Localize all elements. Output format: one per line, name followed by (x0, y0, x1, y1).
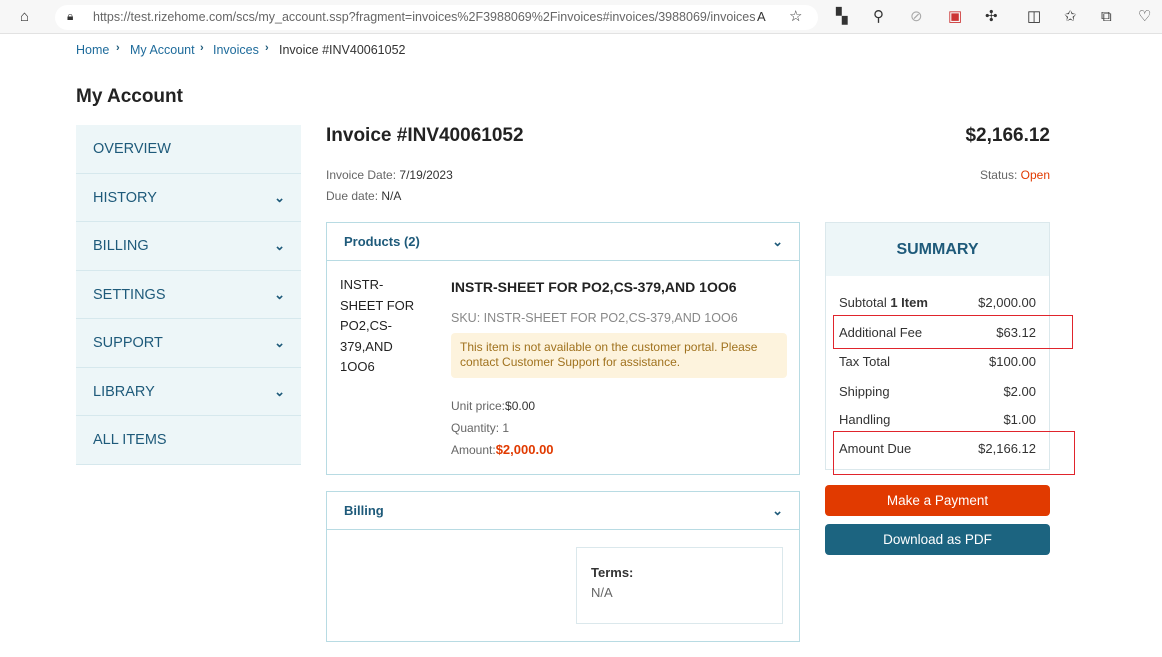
highlight-box-fee (833, 315, 1073, 349)
amount: Amount:$2,000.00 (451, 442, 554, 457)
quantity-label: Quantity: (451, 421, 500, 435)
terms-value: N/A (591, 585, 613, 600)
shipping-value: $2.00 (1003, 384, 1036, 399)
chevron-down-icon[interactable]: ⌄ (274, 319, 285, 367)
extension-icon[interactable]: ▚ (836, 9, 848, 24)
sidebar-item-label: OVERVIEW (93, 141, 171, 157)
terms-label: Terms: (591, 565, 634, 580)
breadcrumb-invoices[interactable]: Invoices (213, 43, 259, 57)
sidebar-item-label: ALL ITEMS (93, 432, 167, 448)
invoice-date: Invoice Date: 7/19/2023 (326, 168, 453, 182)
amount-value: $2,000.00 (495, 442, 554, 457)
due-date-value: N/A (381, 189, 402, 203)
page-title: My Account (76, 86, 183, 107)
extension-icon[interactable]: ⚲ (873, 9, 884, 24)
subtotal-value: $2,000.00 (978, 295, 1036, 310)
subtotal-label: Subtotal (839, 295, 887, 310)
summary-title: SUMMARY (826, 223, 1049, 276)
favorite-star-icon[interactable]: ☆ (789, 9, 802, 24)
sidebar-item-label: LIBRARY (93, 383, 155, 400)
products-header-label: Products (2) (344, 234, 420, 249)
breadcrumb-current: Invoice #INV40061052 (279, 43, 406, 57)
billing-panel-header[interactable]: Billing ⌄ (327, 492, 799, 530)
breadcrumb-separator-icon: › (265, 42, 269, 54)
chevron-down-icon[interactable]: ⌄ (274, 174, 285, 222)
tax-row: Tax Total $100.00 (839, 354, 1036, 369)
invoice-date-value: 7/19/2023 (399, 168, 453, 182)
sidebar-item-label: BILLING (93, 238, 149, 254)
product-name[interactable]: INSTR-SHEET FOR PO2,CS-379,AND 1OO6 (451, 279, 737, 295)
url-text[interactable]: https://test.rizehome.com/scs/my_account… (93, 10, 756, 24)
invoice-date-label: Invoice Date: (326, 168, 397, 182)
sidebar-item-label: SUPPORT (93, 335, 163, 351)
tax-label: Tax Total (839, 354, 891, 369)
browser-essentials-icon[interactable]: ♡ (1138, 9, 1151, 24)
invoice-title: Invoice #INV40061052 (326, 125, 524, 146)
chevron-down-icon[interactable]: ⌄ (274, 222, 285, 270)
chevron-down-icon[interactable]: ⌄ (772, 223, 783, 261)
due-date-label: Due date: (326, 189, 379, 203)
chevron-down-icon[interactable]: ⌄ (274, 271, 285, 319)
unit-price-label: Unit price: (451, 399, 506, 413)
sidebar-item-history[interactable]: HISTORY ⌄ (76, 174, 301, 222)
invoice-status: Status: Open (900, 168, 1050, 182)
highlight-box-amount-due (833, 431, 1075, 475)
handling-row: Handling $1.00 (839, 412, 1036, 427)
products-panel: Products (2) ⌄ INSTR-SHEET FOR PO2,CS-379… (326, 222, 800, 475)
sidebar-item-label: HISTORY (93, 189, 157, 206)
chevron-down-icon[interactable]: ⌄ (274, 368, 285, 416)
sidebar-item-library[interactable]: LIBRARY ⌄ (76, 368, 301, 416)
sidebar-item-billing[interactable]: BILLING ⌄ (76, 222, 301, 271)
shipping-row: Shipping $2.00 (839, 384, 1036, 399)
favorites-icon[interactable]: ✩ (1064, 9, 1077, 24)
address-bar[interactable]: 🔒︎ https://test.rizehome.com/scs/my_acco… (55, 5, 818, 30)
sidebar-item-label: SETTINGS (93, 286, 166, 303)
quantity-value: 1 (502, 421, 510, 435)
unit-price: Unit price:$0.00 (451, 399, 535, 413)
breadcrumb-home[interactable]: Home (76, 43, 109, 57)
billing-header-label: Billing (344, 503, 384, 518)
browser-toolbar: ⌂ 🔒︎ https://test.rizehome.com/scs/my_ac… (0, 0, 1162, 34)
status-badge: Open (1020, 168, 1050, 182)
product-sku: SKU: INSTR-SHEET FOR PO2,CS-379,AND 1OO6 (451, 311, 738, 325)
sidebar-item-overview[interactable]: OVERVIEW (76, 125, 301, 174)
handling-label: Handling (839, 412, 891, 427)
tax-value: $100.00 (989, 354, 1036, 369)
product-image-broken[interactable]: INSTR-SHEET FOR PO2,CS-379,AND 1OO6 (340, 275, 420, 378)
billing-panel: Billing ⌄ Terms: N/A (326, 491, 800, 642)
read-aloud-icon[interactable]: A (757, 10, 766, 23)
collections-icon[interactable]: ⧉ (1101, 9, 1112, 24)
split-screen-icon[interactable]: ◫ (1027, 9, 1041, 24)
chevron-down-icon[interactable]: ⌄ (772, 492, 783, 530)
shipping-label: Shipping (839, 384, 890, 399)
compass-icon[interactable]: ⊘ (910, 9, 923, 24)
sidebar-nav: OVERVIEW HISTORY ⌄ BILLING ⌄ SETTINGS ⌄ SUP… (76, 125, 301, 465)
sidebar-item-settings[interactable]: SETTINGS ⌄ (76, 271, 301, 319)
home-icon[interactable]: ⌂ (20, 9, 29, 24)
breadcrumb-separator-icon: › (200, 42, 204, 54)
subtotal-row: Subtotal 1 Item $2,000.00 (839, 295, 1036, 310)
download-pdf-button[interactable]: Download as PDF (825, 524, 1050, 555)
extension-icon[interactable]: ▣ (948, 9, 962, 24)
make-payment-button[interactable]: Make a Payment (825, 485, 1050, 516)
due-date: Due date: N/A (326, 189, 401, 203)
amount-label: Amount: (451, 443, 496, 457)
extensions-puzzle-icon[interactable]: ✣ (985, 9, 998, 24)
availability-notice: This item is not available on the custom… (451, 333, 787, 378)
sidebar-item-support[interactable]: SUPPORT ⌄ (76, 319, 301, 368)
breadcrumb-separator-icon: › (116, 42, 120, 54)
sidebar-item-all-items[interactable]: ALL ITEMS (76, 416, 301, 465)
lock-icon[interactable]: 🔒︎ (67, 10, 73, 22)
terms-box: Terms: N/A (576, 547, 783, 624)
products-panel-header[interactable]: Products (2) ⌄ (327, 223, 799, 261)
invoice-total: $2,166.12 (965, 125, 1050, 146)
breadcrumb-my-account[interactable]: My Account (130, 43, 195, 57)
quantity: Quantity: 1 (451, 421, 509, 435)
handling-value: $1.00 (1003, 412, 1036, 427)
unit-price-value: $0.00 (505, 399, 536, 413)
subtotal-items: 1 Item (890, 295, 928, 310)
status-label: Status: (979, 168, 1018, 182)
